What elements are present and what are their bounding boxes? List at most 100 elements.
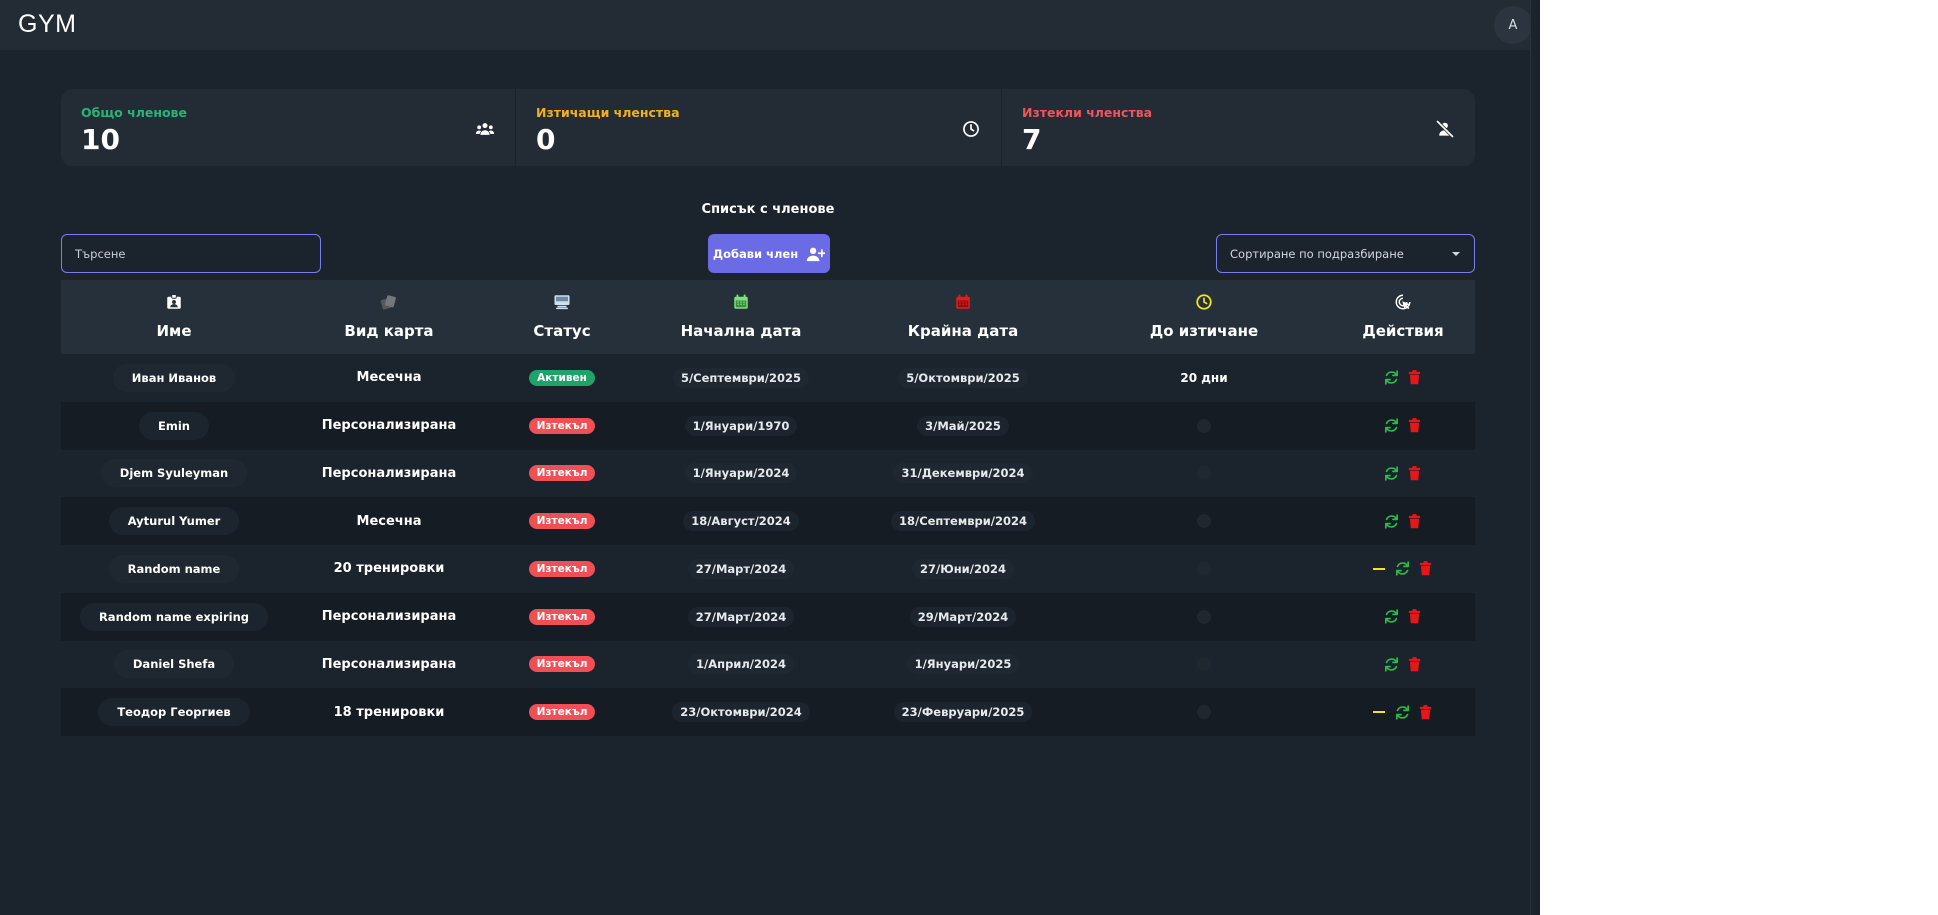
stat-expiring-memberships: Изтичащи членства 0 — [515, 89, 1001, 166]
table-row[interactable]: Emin Персонализирана Изтекъл 1/Януари/1970 3… — [61, 401, 1475, 450]
status-badge: Активен — [529, 369, 595, 386]
cell-card-type: Персонализирана — [287, 466, 491, 481]
member-name[interactable]: Daniel Shefa — [113, 650, 235, 679]
member-name[interactable]: Djem Syuleyman — [100, 459, 248, 488]
cell-status: Изтекъл — [491, 656, 633, 673]
status-badge: Изтекъл — [528, 513, 596, 530]
trash-icon[interactable] — [1406, 369, 1423, 386]
column-label: Вид карта — [344, 322, 434, 340]
member-name[interactable]: Random name — [108, 554, 240, 583]
scrollbar[interactable] — [1530, 0, 1540, 915]
refresh-icon[interactable] — [1394, 560, 1411, 577]
table-row[interactable]: Теодор Георгиев 18 тренировки Изтекъл 23/Ок… — [61, 688, 1475, 736]
sort-select[interactable]: Сортиране по подразбиране — [1216, 234, 1475, 273]
trash-icon[interactable] — [1406, 608, 1423, 625]
refresh-icon[interactable] — [1394, 704, 1411, 721]
table-row[interactable]: Random name expiring Персонализирана Изтек… — [61, 592, 1475, 641]
cell-start-date: 27/Март/2024 — [633, 558, 849, 579]
cell-start-date: 1/Април/2024 — [633, 654, 849, 675]
cell-actions — [1331, 465, 1475, 482]
trash-icon[interactable] — [1406, 417, 1423, 434]
table-row[interactable]: Random name 20 тренировки Изтекъл 27/Март/2… — [61, 545, 1475, 593]
start-date: 1/Април/2024 — [688, 654, 794, 675]
add-member-button[interactable]: Добави член — [708, 234, 830, 273]
column-actions[interactable]: Действия — [1331, 280, 1475, 354]
trash-icon[interactable] — [1406, 513, 1423, 530]
days-remaining: 20 дни — [1180, 370, 1228, 385]
column-name[interactable]: Име — [61, 280, 287, 354]
column-status[interactable]: Статус — [491, 280, 633, 354]
card-type: 20 тренировки — [333, 561, 445, 577]
row-actions — [1372, 560, 1434, 577]
cell-actions — [1331, 560, 1475, 577]
column-end-date[interactable]: Крайна дата — [849, 280, 1077, 354]
column-label: Действия — [1362, 322, 1444, 340]
card-type: Персонализирана — [321, 656, 457, 672]
end-date: 1/Януари/2025 — [906, 654, 1020, 675]
cell-name: Random name — [61, 554, 287, 583]
end-date: 27/Юни/2024 — [912, 558, 1014, 579]
refresh-icon[interactable] — [1383, 656, 1400, 673]
cell-status: Изтекъл — [491, 513, 633, 530]
id-badge-icon — [167, 294, 181, 309]
trash-icon[interactable] — [1417, 560, 1434, 577]
member-name[interactable]: Иван Иванов — [112, 363, 236, 392]
avatar[interactable]: A — [1494, 6, 1532, 44]
table-row[interactable]: Иван Иванов Месечна Активен 5/Септември/202… — [61, 354, 1475, 402]
status-badge: Изтекъл — [528, 560, 596, 577]
refresh-icon[interactable] — [1383, 513, 1400, 530]
add-member-label: Добави член — [712, 246, 799, 261]
cell-status: Изтекъл — [491, 560, 633, 577]
table-row[interactable]: Daniel Shefa Персонализирана Изтекъл 1/Апри… — [61, 641, 1475, 689]
refresh-icon[interactable] — [1383, 369, 1400, 386]
column-card-type[interactable]: Вид карта — [287, 280, 491, 354]
member-name[interactable]: Теодор Георгиев — [98, 698, 250, 727]
members-table: Име Вид карта Статус Начална дата Крайна… — [61, 280, 1475, 736]
end-date: 31/Декември/2024 — [893, 463, 1033, 484]
member-name[interactable]: Emin — [139, 411, 209, 440]
chevron-down-icon — [1452, 251, 1460, 256]
minus-icon[interactable] — [1372, 567, 1385, 570]
pointer-click-icon — [1395, 294, 1411, 310]
user-slash-icon — [1436, 120, 1454, 138]
card-type: Месечна — [356, 370, 422, 386]
trash-icon[interactable] — [1417, 704, 1434, 721]
search-input[interactable] — [61, 234, 321, 273]
cell-name: Иван Иванов — [61, 363, 287, 392]
row-actions — [1383, 369, 1423, 386]
card-type: Персонализирана — [321, 418, 457, 434]
column-label: Крайна дата — [907, 322, 1019, 340]
cell-time-remaining — [1077, 657, 1331, 672]
table-body: Иван Иванов Месечна Активен 5/Септември/202… — [61, 354, 1475, 736]
trash-icon[interactable] — [1406, 656, 1423, 673]
days-remaining-empty — [1197, 705, 1211, 720]
cell-card-type: Персонализирана — [287, 418, 491, 433]
app-logo[interactable]: GYM — [18, 10, 76, 39]
cell-start-date: 5/Септември/2025 — [633, 367, 849, 388]
refresh-icon[interactable] — [1383, 417, 1400, 434]
calendar-start-icon — [734, 294, 748, 309]
table-row[interactable]: Ayturul Yumer Месечна Изтекъл 18/Август/202… — [61, 497, 1475, 545]
refresh-icon[interactable] — [1383, 608, 1400, 625]
refresh-icon[interactable] — [1383, 465, 1400, 482]
column-start-date[interactable]: Начална дата — [633, 280, 849, 354]
cell-end-date: 23/Февруари/2025 — [849, 702, 1077, 723]
trash-icon[interactable] — [1406, 465, 1423, 482]
stat-total-members: Общо членове 10 — [61, 89, 515, 166]
minus-icon[interactable] — [1372, 711, 1385, 714]
member-name[interactable]: Random name expiring — [79, 602, 269, 631]
member-name[interactable]: Ayturul Yumer — [108, 507, 240, 536]
end-date: 23/Февруари/2025 — [893, 702, 1033, 723]
blank-area — [1540, 0, 1938, 915]
card-type: Месечна — [356, 513, 422, 529]
cell-start-date: 1/Януари/2024 — [633, 463, 849, 484]
cell-status: Изтекъл — [491, 608, 633, 625]
table-row[interactable]: Djem Syuleyman Персонализирана Изтекъл 1/Ян… — [61, 450, 1475, 498]
cell-time-remaining: 20 дни — [1077, 371, 1331, 385]
column-time-remaining[interactable]: До изтичане — [1077, 280, 1331, 354]
column-label: Начална дата — [680, 322, 802, 340]
days-remaining-empty — [1197, 609, 1211, 624]
stat-label: Изтичащи членства — [536, 105, 680, 120]
cell-name: Теодор Георгиев — [61, 698, 287, 727]
end-date: 18/Септември/2024 — [890, 511, 1036, 532]
